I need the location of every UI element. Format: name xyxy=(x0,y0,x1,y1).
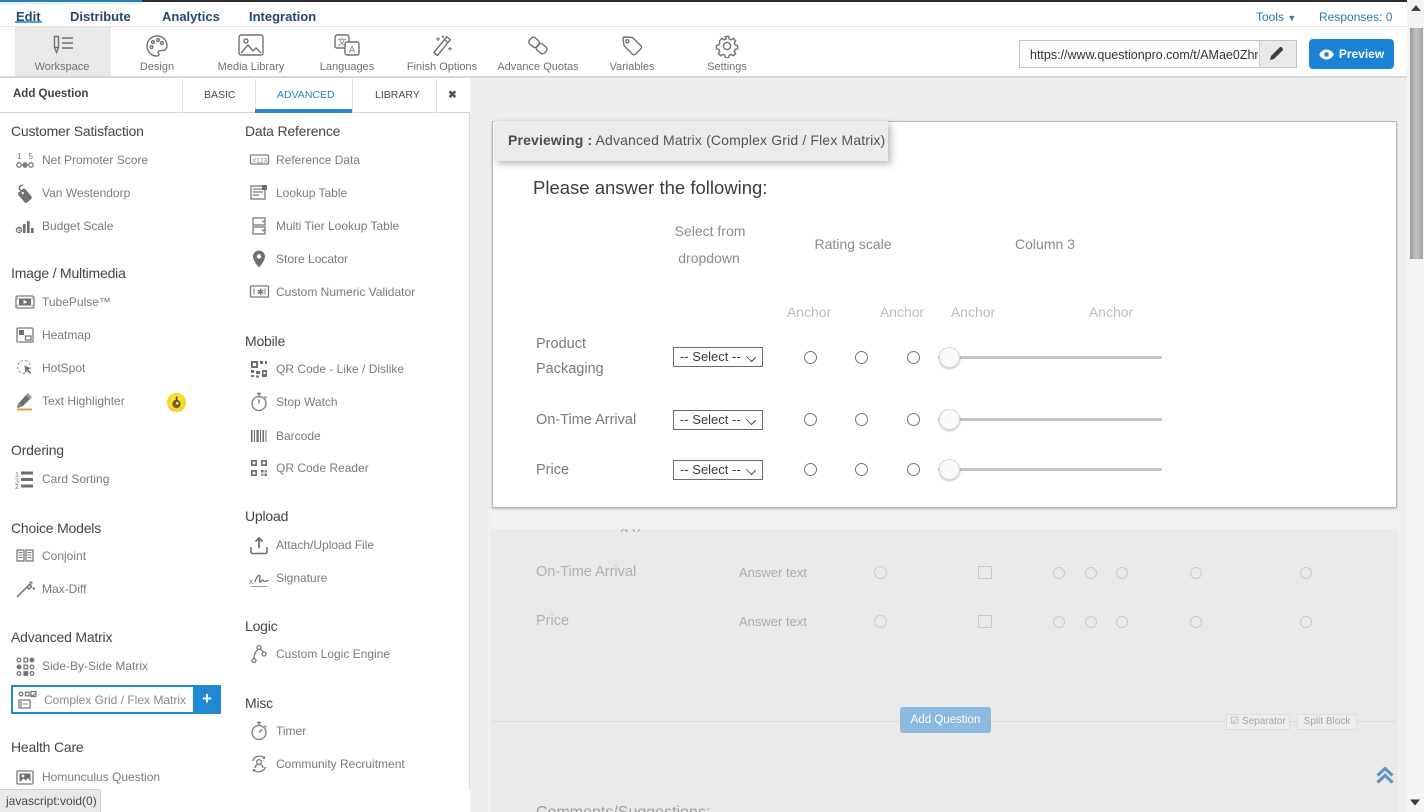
svg-text:x: x xyxy=(249,577,253,586)
svg-text:5: 5 xyxy=(29,152,34,161)
svg-text:✱: ✱ xyxy=(257,287,265,297)
svg-text:文: 文 xyxy=(337,36,346,47)
svg-text:A: A xyxy=(349,45,355,55)
svg-text:1: 1 xyxy=(17,152,22,161)
svg-text:2: 2 xyxy=(15,484,19,489)
svg-text:$: $ xyxy=(17,228,21,235)
svg-text:#123: #123 xyxy=(253,158,268,165)
